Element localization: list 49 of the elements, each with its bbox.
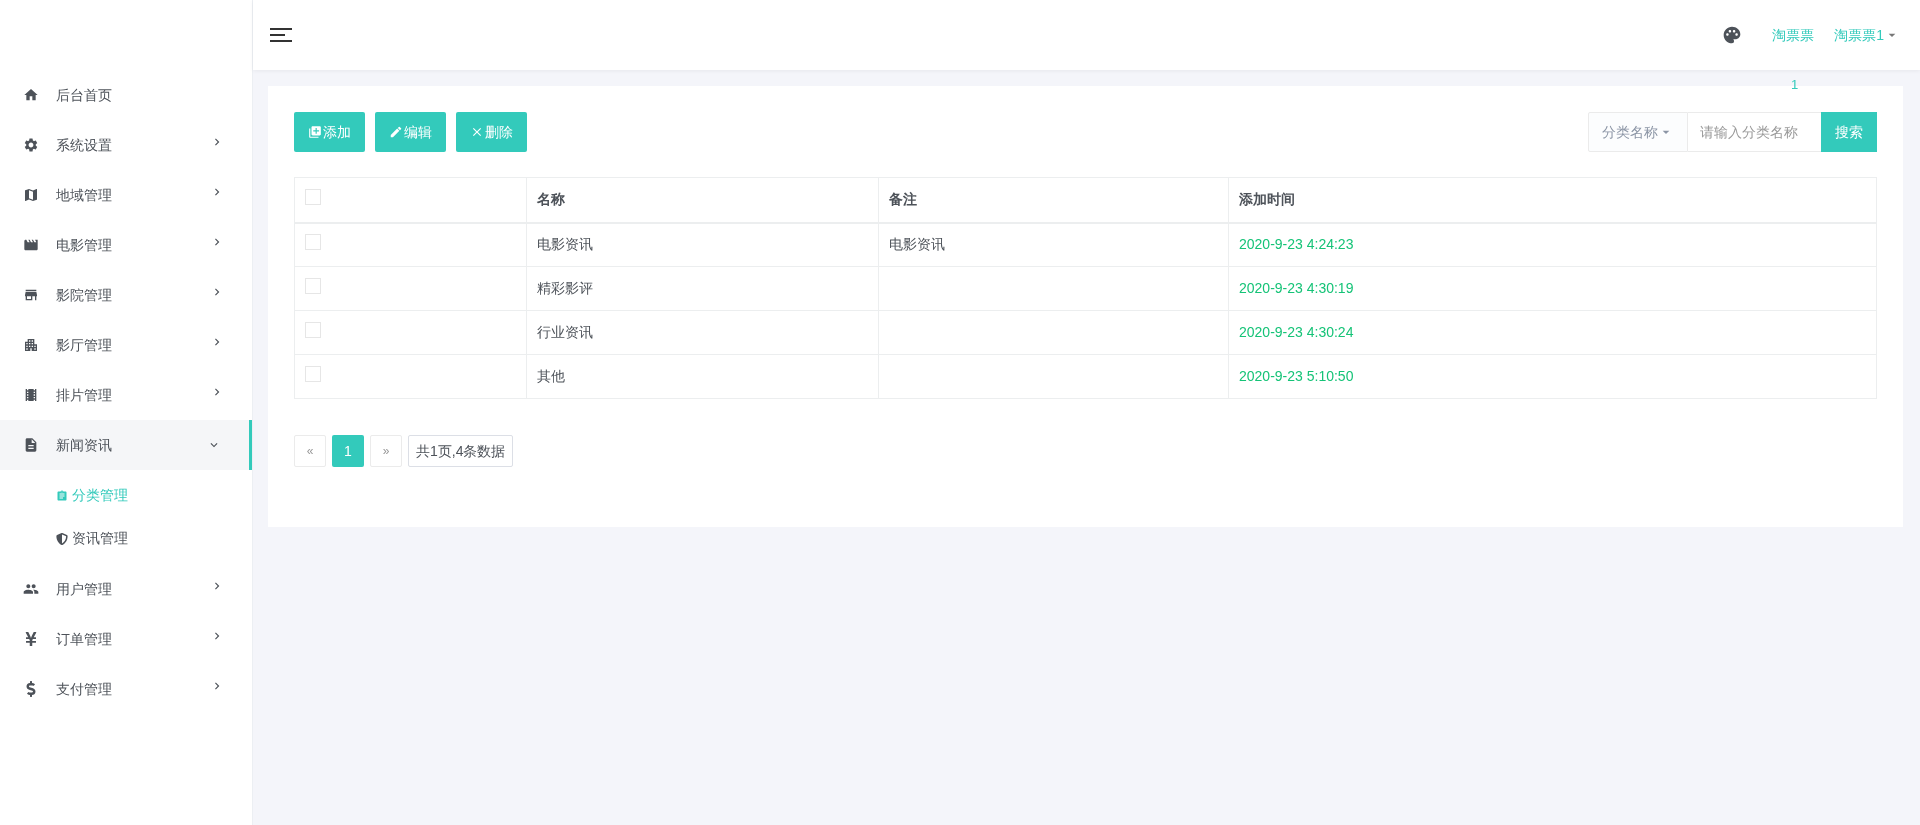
- sidebar-item[interactable]: 影厅管理: [0, 320, 252, 370]
- table-cell: 2020-9-23 4:24:23: [1239, 236, 1354, 253]
- submenu-item[interactable]: 资讯管理: [0, 517, 252, 560]
- page-summary: 共1页,4条数据: [408, 435, 514, 467]
- pencil-icon: [389, 125, 403, 139]
- film-strip-icon: [23, 387, 39, 403]
- table-cell: 2020-9-23 4:30:24: [1239, 324, 1354, 340]
- sidebar-item[interactable]: 订单管理: [0, 614, 252, 664]
- column-header: 添加时间: [1228, 177, 1877, 223]
- table-cell: 行业资讯: [537, 324, 593, 340]
- sidebar-item[interactable]: 地域管理: [0, 170, 252, 220]
- badge-count: 1: [1791, 76, 1799, 94]
- shield-icon: [56, 532, 68, 545]
- close-icon: [470, 125, 484, 139]
- column-header: 备注: [878, 177, 1229, 223]
- clipboard-icon: [56, 489, 68, 502]
- sidebar-item[interactable]: 系统设置: [0, 120, 252, 170]
- table-cell: 2020-9-23 4:30:19: [1239, 280, 1354, 296]
- table-cell: 其他: [537, 368, 565, 384]
- document-icon: [23, 437, 39, 453]
- sidebar-item[interactable]: 后台首页: [0, 70, 252, 120]
- sidebar-item[interactable]: 排片管理: [0, 370, 252, 420]
- users-icon: [23, 581, 39, 597]
- home-icon: [23, 87, 39, 103]
- yen-icon: [23, 631, 39, 647]
- map-icon: [23, 187, 39, 203]
- sidebar-item[interactable]: 影院管理: [0, 270, 252, 320]
- clapperboard-icon: [23, 237, 39, 253]
- add-icon: [308, 125, 322, 139]
- table-cell: 电影资讯: [537, 236, 593, 253]
- table-cell: 2020-9-23 5:10:50: [1239, 368, 1354, 384]
- building-icon: [23, 337, 39, 353]
- checkbox[interactable]: [305, 321, 321, 338]
- sidebar-item[interactable]: 支付管理: [0, 664, 252, 714]
- checkbox[interactable]: [305, 365, 321, 382]
- sidebar-item[interactable]: 电影管理: [0, 220, 252, 270]
- column-header: 名称: [526, 177, 879, 223]
- checkbox[interactable]: [305, 277, 321, 294]
- table-cell: 精彩影评: [537, 280, 593, 296]
- sidebar-item[interactable]: 用户管理: [0, 564, 252, 614]
- menu-icon[interactable]: [270, 27, 292, 43]
- sidebar-item[interactable]: 新闻资讯: [0, 420, 252, 470]
- palette-icon[interactable]: [1722, 25, 1743, 45]
- checkbox[interactable]: [305, 188, 321, 205]
- store-icon: [23, 287, 39, 303]
- settings-icon: [23, 137, 39, 153]
- search-field[interactable]: 请输入分类名称: [1688, 112, 1821, 152]
- checkbox[interactable]: [305, 233, 321, 250]
- table-cell: 电影资讯: [889, 236, 945, 253]
